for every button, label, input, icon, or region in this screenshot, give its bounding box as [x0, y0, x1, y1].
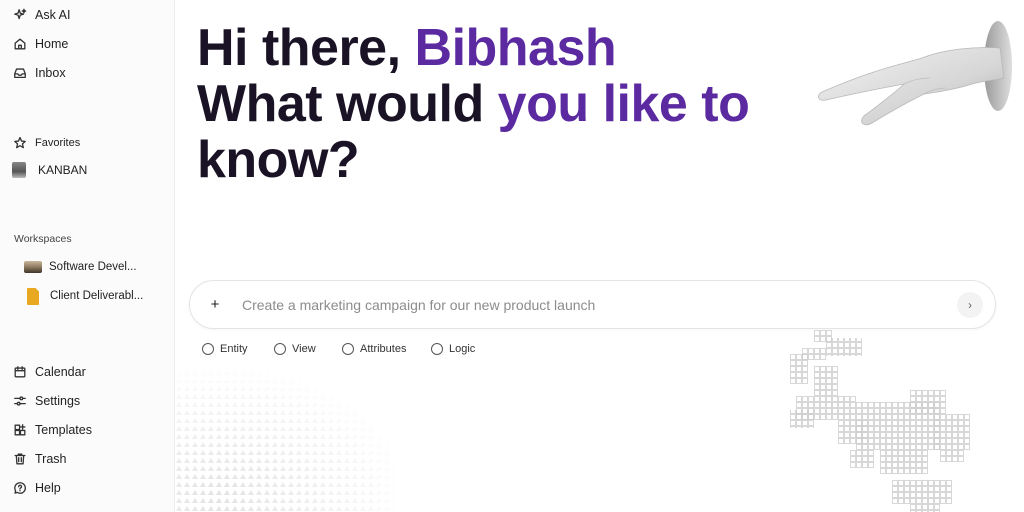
radio-icon: [202, 343, 214, 355]
option-logic[interactable]: Logic: [431, 342, 475, 356]
sidebar-item-templates[interactable]: Templates: [12, 419, 92, 441]
add-attachment-button[interactable]: +: [204, 293, 226, 315]
option-label: Logic: [449, 343, 476, 355]
favorite-item-kanban[interactable]: KANBAN: [12, 159, 87, 181]
reaching-hand-illustration: [818, 21, 1012, 126]
workspaces-label: Workspaces: [14, 233, 72, 245]
option-entity[interactable]: Entity: [202, 342, 248, 356]
settings-icon: [12, 393, 28, 409]
page-headline: Hi there, Bibhash What would you like to…: [197, 20, 837, 188]
sidebar-item-label: Home: [35, 37, 69, 51]
sidebar-item-label: Templates: [35, 423, 92, 437]
question-suffix: know?: [197, 131, 360, 189]
workspace-item-software[interactable]: Software Devel...: [24, 257, 137, 277]
workspace-item-label: Client Deliverabl...: [50, 290, 144, 302]
option-view[interactable]: View: [274, 342, 316, 356]
prompt-box: + ›: [189, 280, 996, 329]
sidebar-item-ask-ai[interactable]: Ask AI: [12, 4, 70, 26]
option-attributes[interactable]: Attributes: [342, 342, 406, 356]
sidebar-item-label: Calendar: [35, 365, 86, 379]
avatar-icon: [12, 162, 26, 178]
greeting-prefix: Hi there,: [197, 19, 401, 77]
sidebar: Ask AI Home Inbox Favorites KANBAN Works…: [0, 0, 175, 512]
sidebar-item-label: Help: [35, 481, 61, 495]
question-line: What would you like to: [197, 76, 837, 132]
sidebar-item-home[interactable]: Home: [12, 33, 68, 55]
send-button[interactable]: ›: [957, 292, 983, 318]
favorites-label: Favorites: [35, 137, 81, 149]
help-icon: [12, 480, 28, 496]
sidebar-item-label: Inbox: [35, 66, 66, 80]
radio-icon: [274, 343, 286, 355]
star-icon: [12, 135, 28, 151]
user-name: Bibhash: [414, 19, 617, 77]
option-label: Entity: [220, 343, 248, 355]
favorites-section-header[interactable]: Favorites: [12, 132, 80, 154]
decorative-grid-pattern: [790, 330, 970, 512]
trash-icon: [12, 451, 28, 467]
decorative-dot-pattern: [175, 360, 395, 512]
sidebar-item-inbox[interactable]: Inbox: [12, 62, 66, 84]
greeting-line: Hi there, Bibhash: [197, 20, 837, 76]
sidebar-item-label: Ask AI: [35, 8, 71, 22]
sidebar-item-help[interactable]: Help: [12, 477, 61, 499]
sidebar-item-label: Settings: [35, 394, 81, 408]
sidebar-item-label: Trash: [35, 452, 67, 466]
sidebar-item-calendar[interactable]: Calendar: [12, 361, 86, 383]
inbox-icon: [12, 65, 28, 81]
workspace-item-label: Software Devel...: [49, 261, 137, 273]
favorite-item-label: KANBAN: [38, 163, 88, 177]
workspace-thumbnail: [24, 261, 42, 273]
templates-icon: [12, 422, 28, 438]
sidebar-item-settings[interactable]: Settings: [12, 390, 80, 412]
option-label: Attributes: [360, 343, 407, 355]
home-icon: [12, 36, 28, 52]
option-label: View: [292, 343, 316, 355]
document-icon: [27, 287, 39, 305]
radio-icon: [342, 343, 354, 355]
question-prefix: What would: [197, 75, 484, 133]
workspace-item-client[interactable]: Client Deliverabl...: [24, 286, 143, 306]
question-accent: you like to: [497, 75, 750, 133]
radio-icon: [431, 343, 443, 355]
calendar-icon: [12, 364, 28, 380]
sparkle-icon: [12, 7, 28, 23]
prompt-input[interactable]: [242, 294, 942, 316]
sidebar-item-trash[interactable]: Trash: [12, 448, 67, 470]
